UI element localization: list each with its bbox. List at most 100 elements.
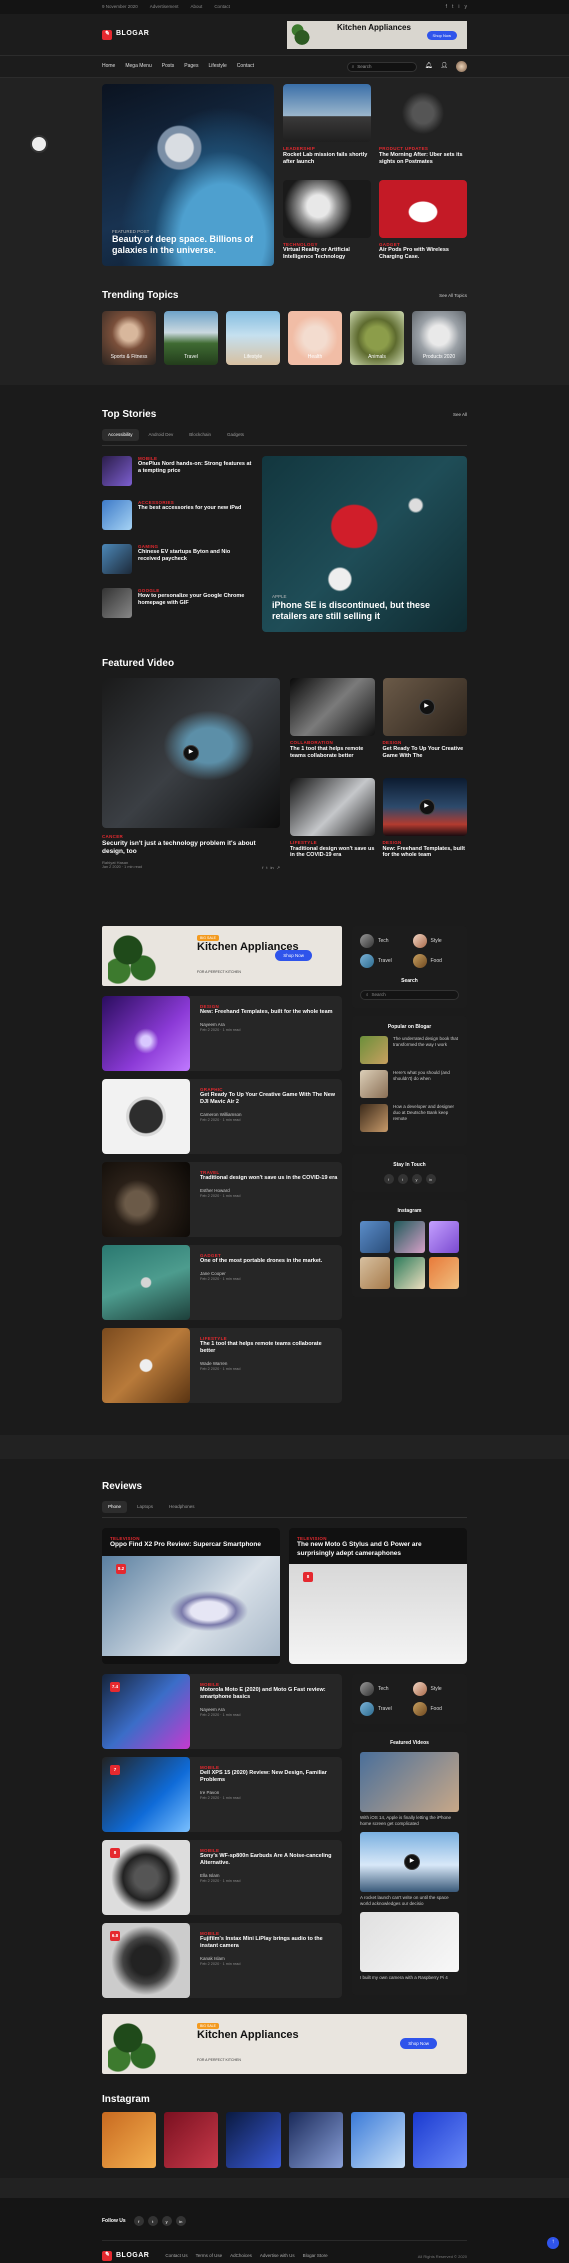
nav-mega-menu[interactable]: Mega Menu bbox=[125, 63, 151, 69]
youtube-icon[interactable]: y bbox=[161, 2216, 172, 2227]
topic-card[interactable]: Sports & Fitness bbox=[102, 310, 156, 365]
topbar-link-advertisement[interactable]: Advertisement bbox=[150, 4, 179, 10]
top-story-featured[interactable]: APPLE iPhone SE is discontinued, but thes… bbox=[262, 455, 467, 632]
hero-card-title[interactable]: The Morning After: Uber sets its sights … bbox=[379, 152, 467, 166]
twitter-icon[interactable]: t bbox=[147, 2216, 158, 2227]
list-item[interactable]: GAMING Chinese EV startups Byton and Nio … bbox=[102, 543, 252, 574]
review-list-item[interactable]: 7.4 MOBILE Motorola Moto E (2020) and Moto… bbox=[102, 1673, 342, 1749]
hero-card-image[interactable] bbox=[283, 84, 371, 142]
tab-laptops[interactable]: Laptops bbox=[131, 1501, 159, 1513]
tab-gadgets[interactable]: Gadgets bbox=[221, 429, 250, 441]
footer-link[interactable]: Contact Us bbox=[165, 2253, 187, 2259]
popular-item[interactable]: The underrated design book that transfor… bbox=[360, 1036, 459, 1065]
video-card[interactable]: LIFESTYLE Traditional design won't save u… bbox=[290, 777, 375, 870]
tab-headphones[interactable]: Headphones bbox=[163, 1501, 201, 1513]
story-thumbnail[interactable] bbox=[102, 455, 132, 486]
topic-card[interactable]: Products 2020 bbox=[412, 310, 466, 365]
side-video[interactable]: I built my own camera with a Raspberry P… bbox=[360, 1912, 459, 1981]
hero-card[interactable]: TECHNOLOGY Virtual Reality or Artificial … bbox=[283, 179, 371, 267]
instagram-icon[interactable]: i bbox=[458, 4, 459, 10]
facebook-icon[interactable]: f bbox=[383, 1174, 394, 1185]
hero-title[interactable]: Beauty of deep space. Billions of galaxi… bbox=[112, 234, 264, 256]
review-card[interactable]: TELEVISION The new Moto G Stylus and G Po… bbox=[289, 1527, 467, 1664]
ad-shop-button[interactable]: Shop Now bbox=[275, 949, 312, 962]
category-tech[interactable]: Tech bbox=[360, 1681, 407, 1696]
review-list-item[interactable]: 6.8 MOBILE Fujifilm's Instax Mini LiPlay b… bbox=[102, 1922, 342, 1998]
site-logo[interactable]: ✎ BLOGAR bbox=[102, 29, 149, 40]
list-item[interactable]: GOOGLE How to personalize your Google Chr… bbox=[102, 587, 252, 618]
tab-phone[interactable]: Phone bbox=[102, 1501, 128, 1513]
nav-pages[interactable]: Pages bbox=[184, 63, 198, 69]
footer-link[interactable]: Blogar Store bbox=[303, 2253, 328, 2259]
hero-card-image[interactable] bbox=[283, 179, 371, 238]
article-card[interactable]: LIFESTYLE The 1 tool that helps remote te… bbox=[102, 1327, 342, 1403]
article-card[interactable]: TRAVEL Traditional design won't save us i… bbox=[102, 1161, 342, 1237]
tab-accessibility[interactable]: Accessibility bbox=[102, 429, 139, 441]
hero-card[interactable]: GADGET Air Pods Pro with Wireless Chargin… bbox=[379, 179, 467, 267]
topic-card[interactable]: Animals bbox=[350, 310, 404, 365]
user-icon[interactable]: 👤︎ bbox=[440, 63, 448, 71]
footer-link[interactable]: Advertise with Us bbox=[260, 2253, 295, 2259]
category-travel[interactable]: Travel bbox=[360, 1701, 407, 1716]
facebook-icon[interactable]: f bbox=[446, 4, 447, 10]
article-card[interactable]: DESIGN New: Freehand Templates, built for… bbox=[102, 995, 342, 1071]
hero-card-title[interactable]: Rocket Lab mission fails shortly after l… bbox=[283, 152, 371, 166]
footer-logo[interactable]: ✎ BLOGAR bbox=[102, 2251, 149, 2262]
ad-banner[interactable]: BIG SALE Kitchen Appliances FOR A PERFEC… bbox=[102, 925, 342, 986]
category-tech[interactable]: Tech bbox=[360, 933, 407, 948]
linkedin-icon[interactable]: in bbox=[175, 2216, 186, 2227]
nav-home[interactable]: Home bbox=[102, 63, 115, 69]
nav-search-input[interactable]: ⌕ Search bbox=[346, 61, 417, 72]
review-card[interactable]: TELEVISION Oppo Find X2 Pro Review: Super… bbox=[102, 1527, 280, 1664]
share-icons[interactable]: f t in ↗ bbox=[262, 865, 280, 870]
header-ad-shop-button[interactable]: Shop Now bbox=[426, 30, 457, 40]
review-list-item[interactable]: 7 MOBILE Dell XPS 15 (2020) Review: New De… bbox=[102, 1756, 342, 1832]
topic-card[interactable]: Travel bbox=[164, 310, 218, 365]
twitter-icon[interactable]: t bbox=[452, 4, 453, 10]
topbar-link-about[interactable]: About bbox=[191, 4, 203, 10]
footer-link[interactable]: Terms of Use bbox=[196, 2253, 223, 2259]
popular-item[interactable]: Here's what you should (and shouldn't) d… bbox=[360, 1070, 459, 1099]
ad-shop-button[interactable]: Shop Now bbox=[400, 2037, 437, 2050]
list-item[interactable]: MOBILE OnePlus Nord hands-on: Strong feat… bbox=[102, 455, 252, 486]
nav-contact[interactable]: Contact bbox=[237, 63, 254, 69]
header-ad-banner[interactable]: Kitchen Appliances Shop Now bbox=[287, 20, 467, 49]
video-card[interactable]: ▶ DESIGN New: Freehand Templates, built fo… bbox=[382, 777, 467, 870]
hero-card-title[interactable]: Air Pods Pro with Wireless Charging Case… bbox=[379, 247, 467, 261]
hero-card[interactable]: PRODUCT UPDATES The Morning After: Uber s… bbox=[379, 84, 467, 171]
article-card[interactable]: GRAPHIC Get Ready To Up Your Creative Gam… bbox=[102, 1078, 342, 1154]
topic-card[interactable]: Lifestyle bbox=[226, 310, 280, 365]
tab-blockchain[interactable]: Blockchain bbox=[183, 429, 217, 441]
popular-item[interactable]: How a developer and designer duo at Deut… bbox=[360, 1104, 459, 1133]
video-card[interactable]: ▶ DESIGN Get Ready To Up Your Creative Gam… bbox=[382, 678, 467, 770]
footer-link[interactable]: AdChoices bbox=[230, 2253, 252, 2259]
category-style[interactable]: Style bbox=[412, 933, 460, 948]
side-video[interactable]: ▶ A rocket launch can't write on until th… bbox=[360, 1832, 459, 1906]
hero-card[interactable]: LEADERSHIP Rocket Lab mission fails short… bbox=[283, 84, 371, 171]
hero-featured-post[interactable]: FEATURED POST Beauty of deep space. Bill… bbox=[102, 84, 274, 266]
video-card[interactable]: COLLABORATION The 1 tool that helps remot… bbox=[290, 678, 375, 770]
category-food[interactable]: Food bbox=[412, 953, 460, 968]
play-icon[interactable]: ▶ bbox=[418, 798, 435, 815]
list-item[interactable]: ACCESSORIES The best accessories for your… bbox=[102, 499, 252, 530]
story-thumbnail[interactable] bbox=[102, 499, 132, 530]
review-list-item[interactable]: 8 MOBILE Sony's WF-sp800n Earbuds Are A No… bbox=[102, 1839, 342, 1915]
avatar[interactable] bbox=[456, 61, 467, 72]
youtube-icon[interactable]: y bbox=[465, 4, 468, 10]
nav-posts[interactable]: Posts bbox=[162, 63, 175, 69]
hero-card-image[interactable] bbox=[379, 179, 467, 238]
video-thumbnail[interactable]: ▶ bbox=[102, 678, 280, 829]
hero-card-title[interactable]: Virtual Reality or Artificial Intelligen… bbox=[283, 247, 371, 261]
category-food[interactable]: Food bbox=[412, 1701, 460, 1716]
scroll-top-button[interactable]: ↑ bbox=[547, 2237, 559, 2249]
article-card[interactable]: GADGET One of the most portable drones in… bbox=[102, 1244, 342, 1320]
bell-icon[interactable]: 🔔︎ bbox=[425, 63, 433, 71]
topic-card[interactable]: Health bbox=[288, 310, 342, 365]
story-thumbnail[interactable] bbox=[102, 587, 132, 618]
category-travel[interactable]: Travel bbox=[360, 953, 407, 968]
youtube-icon[interactable]: y bbox=[411, 1174, 422, 1185]
side-video[interactable]: With iOS 14, Apple is finally letting th… bbox=[360, 1751, 459, 1826]
see-all-topics-link[interactable]: See All Topics bbox=[439, 293, 467, 299]
featured-video-main[interactable]: ▶ CANCER Security isn't just a technolog… bbox=[102, 678, 280, 870]
category-style[interactable]: Style bbox=[412, 1681, 460, 1696]
